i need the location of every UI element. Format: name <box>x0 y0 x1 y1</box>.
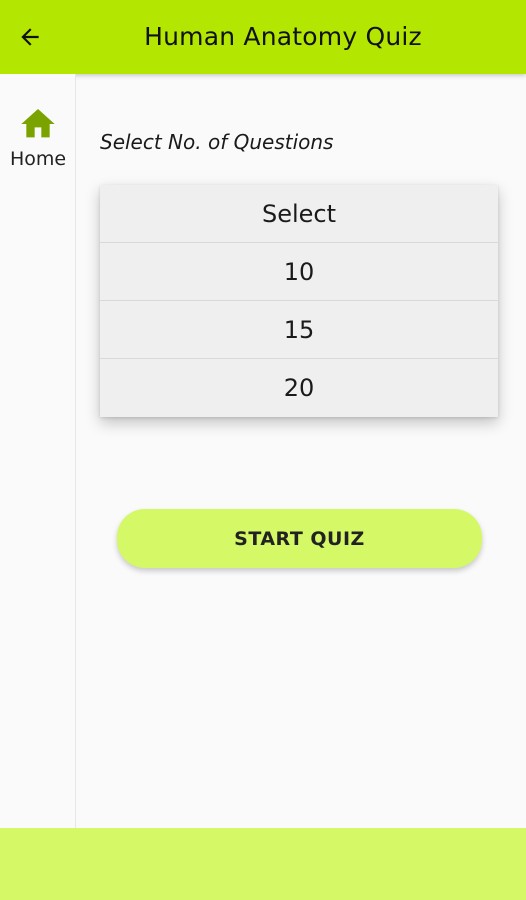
select-option-10[interactable]: 10 <box>100 243 498 301</box>
start-quiz-button[interactable]: START QUIZ <box>117 509 482 568</box>
app-bar: Human Anatomy Quiz <box>0 0 526 74</box>
select-option-placeholder[interactable]: Select <box>100 185 498 243</box>
rail-item-label: Home <box>9 148 67 170</box>
select-option-15[interactable]: 15 <box>100 301 498 359</box>
app-root: Human Anatomy Quiz Home Select No. of Qu… <box>0 0 526 900</box>
bottom-bar <box>0 828 526 900</box>
app-title: Human Anatomy Quiz <box>144 22 422 51</box>
select-option-20[interactable]: 20 <box>100 359 498 417</box>
question-count-label: Select No. of Questions <box>100 130 334 154</box>
side-navigation-rail: Home <box>0 74 76 828</box>
rail-item-home[interactable]: Home <box>0 104 76 184</box>
question-count-select: Select 10 15 20 <box>100 185 498 417</box>
home-icon <box>21 109 55 138</box>
